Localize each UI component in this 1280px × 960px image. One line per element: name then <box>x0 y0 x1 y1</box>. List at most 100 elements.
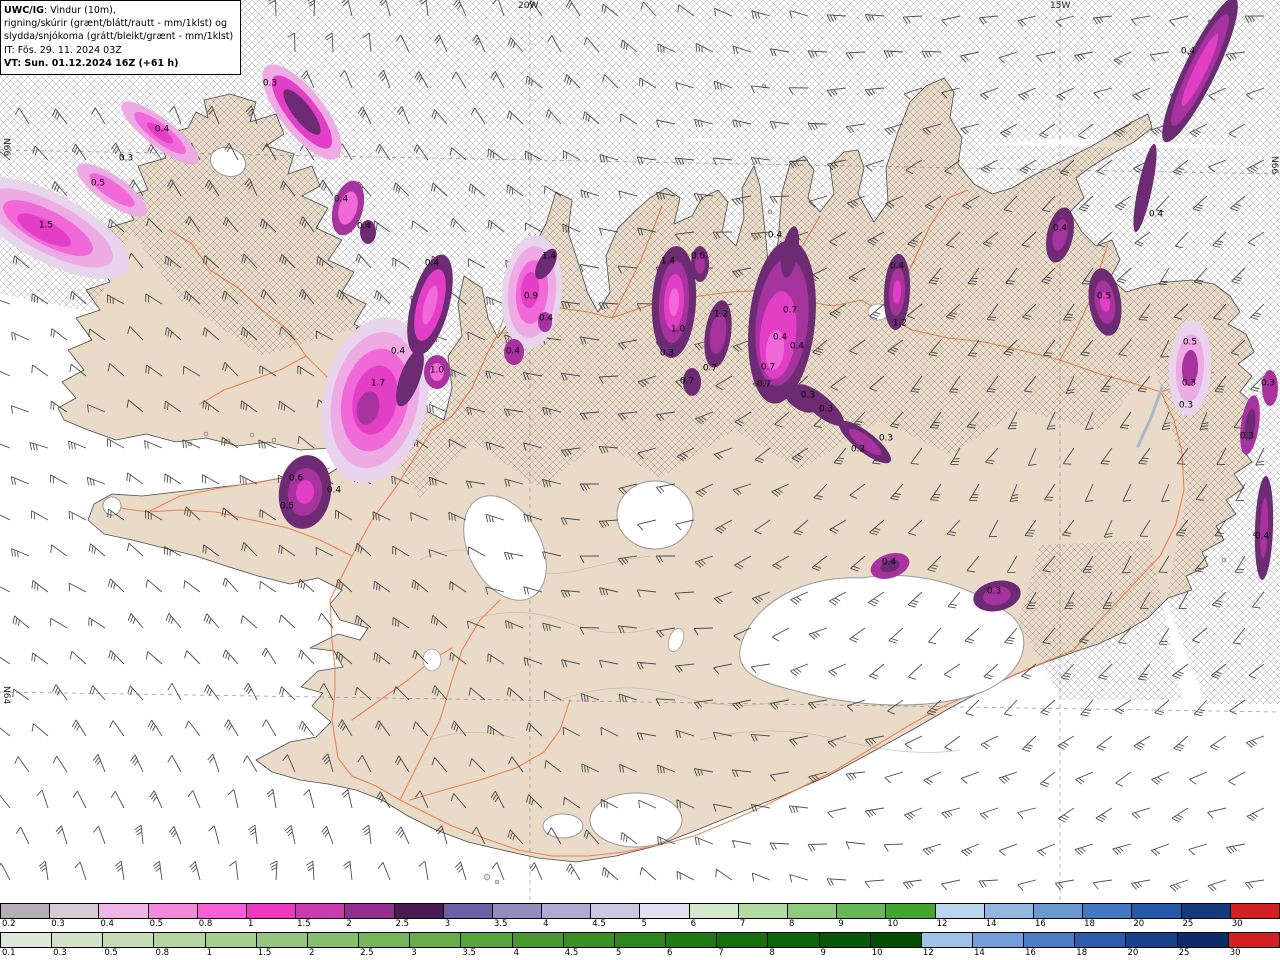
colorbar-cell: 0.8 <box>197 904 247 929</box>
colorbar-cell: 4 <box>512 933 564 958</box>
colorbar-tick-label: 12 <box>922 948 934 958</box>
colorbar-cell: 18 <box>1083 904 1133 929</box>
colorbar-cell: 2.5 <box>359 933 411 958</box>
colorbar-cell: 6 <box>666 933 718 958</box>
valid-time: VT: Sun. 01.12.2024 16Z (+61 h) <box>4 57 179 69</box>
title-line-model: UWC/IG: Vindur (10m), <box>4 5 116 16</box>
colorbar-tick-label: 0.1 <box>2 948 16 958</box>
colorbar-cell: 3 <box>443 904 493 929</box>
colorbar-tick-label: 0.8 <box>155 948 169 958</box>
model-name: UWC/IG <box>4 5 44 16</box>
colorbar-cell: 2 <box>307 933 360 958</box>
colorbar-cell: 5 <box>640 904 690 929</box>
colorbar-cell: 9 <box>819 933 871 958</box>
colorbar-cell: 3.5 <box>461 933 513 958</box>
colorbar-cell: 0.1 <box>1 933 53 958</box>
colorbar-tick-label: 3.5 <box>493 919 508 929</box>
colorbar-tick-label: 30 <box>1231 919 1243 929</box>
weather-map-canvas: 0.3 0.4 0.3 0.5 1.5 0.4 0.4 0.4 1.4 0.9 0.4 0.4 1.0 1… <box>0 0 1280 960</box>
colorbar-tick-label: 9 <box>838 919 844 929</box>
colorbar-cell: 14 <box>972 933 1025 958</box>
colorbar-sleet-snow-scale: 0.2 0.3 0.4 0.5 0.8 1 1.5 2 2.5 3 3.5 4 4.5 5 6 7 8 9 10 12… <box>0 903 1280 929</box>
colorbar-tick-label: 7 <box>718 948 724 958</box>
colorbar-tick-label: 10 <box>887 919 899 929</box>
colorbar-tick-label: 20 <box>1133 919 1145 929</box>
colorbar-tick-label: 2 <box>346 919 352 929</box>
colorbar-cell: 0.8 <box>154 933 206 958</box>
colorbar-tick-label: 0.4 <box>100 919 114 929</box>
colorbar-tick-label: 1.5 <box>257 948 272 958</box>
colorbar-cell: 0.3 <box>50 904 100 929</box>
colorbar-tick-label: 9 <box>820 948 826 958</box>
colorbar-tick-label: 10 <box>871 948 883 958</box>
colorbar-cell: 3 <box>410 933 462 958</box>
colorbar-tick-label: 3.5 <box>462 948 476 958</box>
colorbar-cell: 18 <box>1075 933 1127 958</box>
colorbar-cell: 12 <box>921 933 973 958</box>
colorbar-cell: 16 <box>1024 933 1076 958</box>
colorbar-cell: 0.5 <box>148 904 198 929</box>
colorbar-tick-label: 8 <box>769 948 775 958</box>
colorbar-cell: 14 <box>984 904 1034 929</box>
colorbar-cell: 1 <box>246 904 297 929</box>
colorbar-tick-label: 0.5 <box>149 919 164 929</box>
colorbar-cell: 2.5 <box>394 904 444 929</box>
colorbar-cell: 0.4 <box>99 904 149 929</box>
colorbar-cell: 8 <box>788 904 838 929</box>
colorbar-tick-label: 5 <box>615 948 622 958</box>
colorbar-tick-label: 1 <box>206 948 213 958</box>
colorbar-tick-label: 25 <box>1182 919 1194 929</box>
colorbar-tick-label: 14 <box>985 919 997 929</box>
colorbar-cell: 12 <box>935 904 985 929</box>
colorbar-cell: 0.2 <box>1 904 51 929</box>
colorbar-tick-label: 16 <box>1025 948 1036 958</box>
colorbar-cell: 2 <box>345 904 395 929</box>
colorbar-cell: 8 <box>768 933 820 958</box>
colorbar-tick-label: 0.8 <box>198 919 213 929</box>
colorbar-tick-label: 16 <box>1034 919 1046 929</box>
glacier-eyjafjallajokull <box>542 813 584 839</box>
colorbar-cell: 10 <box>886 904 936 929</box>
colorbar-tick-label: 4.5 <box>564 948 579 958</box>
colorbar-tick-label: 18 <box>1084 919 1095 929</box>
colorbar-cell: 0.3 <box>52 933 104 958</box>
colorbar-cell: 4.5 <box>591 904 641 929</box>
colorbar-tick-label: 0.3 <box>53 948 67 958</box>
colorbar-tick-label: 2.5 <box>395 919 410 929</box>
colorbar-tick-label: 14 <box>973 948 985 958</box>
colorbar-tick-label: 0.2 <box>2 919 16 929</box>
colorbar-tick-label: 4 <box>543 919 549 929</box>
colorbar-cell: 9 <box>837 904 887 929</box>
colorbar-tick-label: 1 <box>247 919 254 929</box>
colorbar-cell: 7 <box>717 933 769 958</box>
colorbar-cell: 30 <box>1230 904 1279 929</box>
colorbar-tick-label: 2.5 <box>360 948 374 958</box>
colorbar-cell: 16 <box>1033 904 1084 929</box>
glacier-snaefellsjokull <box>102 496 122 516</box>
map-svg <box>0 0 1280 902</box>
colorbar-cell: 20 <box>1126 933 1178 958</box>
colorbar-tick-label: 6 <box>667 948 673 958</box>
colorbar-cell: 3.5 <box>492 904 543 929</box>
colorbar-cell: 4 <box>542 904 592 929</box>
colorbar-cell: 25 <box>1177 933 1229 958</box>
glacier-hofsjokull <box>616 480 694 550</box>
colorbar-tick-label: 18 <box>1076 948 1088 958</box>
init-time: IT: Fös. 29. 11. 2024 03Z <box>4 44 122 56</box>
colorbar-cell: 25 <box>1181 904 1231 929</box>
colorbar-cell: 7 <box>738 904 788 929</box>
colorbar-cell: 10 <box>870 933 922 958</box>
colorbar-tick-label: 0.3 <box>51 919 65 929</box>
colorbar-tick-label: 5 <box>641 919 647 929</box>
map-title-box: UWC/IG: Vindur (10m), rigning/skúrir (gr… <box>0 0 242 76</box>
colorbar-cell: 6 <box>689 904 739 929</box>
colorbar-tick-label: 8 <box>789 919 795 929</box>
colorbar-cell: 0.5 <box>103 933 155 958</box>
colorbar-tick-label: 12 <box>936 919 948 929</box>
colorbar-tick-label: 3 <box>411 948 417 958</box>
colorbar-tick-label: 0.5 <box>104 948 118 958</box>
colorbar-cell: 20 <box>1132 904 1182 929</box>
colorbar-tick-label: 4.5 <box>592 919 606 929</box>
colorbar-tick-label: 6 <box>690 919 697 929</box>
colorbar-tick-label: 3 <box>444 919 451 929</box>
